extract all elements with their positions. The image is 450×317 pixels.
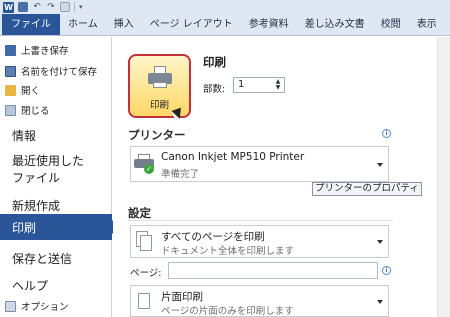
printer-status: 準備完了 xyxy=(161,169,200,180)
print-range-desc: ドキュメント全体を印刷します xyxy=(161,246,295,257)
tab-mailings[interactable]: 差し込み文書 xyxy=(297,14,373,35)
nav-save-as-label: 名前を付けて保存 xyxy=(21,67,98,78)
customize-toolbar-icon[interactable]: ▾ xyxy=(79,3,83,11)
printer-section-title: プリンター xyxy=(128,128,186,142)
info-icon[interactable]: i xyxy=(382,266,391,275)
settings-section-title: 設定 xyxy=(128,206,151,220)
nav-options-label: オプション xyxy=(21,302,69,313)
divider xyxy=(128,220,393,221)
title-bar: W ↶ ↷ ▾ xyxy=(0,0,450,14)
info-icon[interactable]: i xyxy=(382,129,391,138)
nav-save-label: 上書き保存 xyxy=(21,46,69,57)
tab-insert[interactable]: 挿入 xyxy=(106,14,142,35)
ribbon-tabs: ファイル ホーム 挿入 ページ レイアウト 参考資料 差し込み文書 校閲 表示 xyxy=(0,14,450,36)
pages-icon xyxy=(136,231,154,253)
save-as-icon xyxy=(5,65,16,77)
redo-icon[interactable]: ↷ xyxy=(46,2,56,12)
tab-file[interactable]: ファイル xyxy=(2,14,60,35)
nav-save-send[interactable]: 保存と送信 xyxy=(0,245,112,271)
open-folder-icon xyxy=(5,84,16,96)
printer-name: Canon Inkjet MP510 Printer xyxy=(161,151,305,163)
print-panel: 印刷 印刷 部数: 1 ▲ ▼ プリンター i ✓ Canon Inkjet MP… xyxy=(113,37,450,317)
separator xyxy=(74,2,75,12)
nav-info[interactable]: 情報 xyxy=(0,122,112,148)
dropdown-arrow-icon xyxy=(377,240,383,244)
printer-properties-link[interactable]: プリンターのプロパティ xyxy=(312,182,422,196)
nav-print[interactable]: 印刷 xyxy=(0,214,119,240)
dropdown-arrow-icon xyxy=(377,163,383,167)
nav-recent[interactable]: 最近使用した ファイル xyxy=(0,150,112,190)
dropdown-arrow-icon xyxy=(377,300,383,304)
ready-check-icon: ✓ xyxy=(144,164,154,174)
copies-stepper[interactable]: 1 ▲ ▼ xyxy=(233,77,285,93)
tab-page-layout[interactable]: ページ レイアウト xyxy=(142,14,241,35)
save-icon xyxy=(5,44,16,56)
print-sides-desc: ページの片面のみを印刷します xyxy=(161,306,294,317)
tab-home[interactable]: ホーム xyxy=(60,14,106,35)
save-icon[interactable] xyxy=(18,2,28,12)
pages-label: ページ: xyxy=(130,268,162,279)
nav-close-label: 閉じる xyxy=(21,106,50,117)
single-side-icon xyxy=(136,291,154,313)
nav-help[interactable]: ヘルプ xyxy=(0,272,112,298)
printer-select[interactable]: ✓ Canon Inkjet MP510 Printer 準備完了 xyxy=(130,146,389,182)
copies-value: 1 xyxy=(238,79,245,90)
nav-save[interactable]: 上書き保存 xyxy=(0,41,112,59)
print-range-title: すべてのページを印刷 xyxy=(161,231,265,243)
quick-print-icon[interactable] xyxy=(60,2,70,12)
spin-arrows-icon[interactable]: ▲ ▼ xyxy=(273,79,283,91)
print-range-select[interactable]: すべてのページを印刷 ドキュメント全体を印刷します xyxy=(130,225,389,258)
printer-icon xyxy=(148,66,172,88)
backstage-nav: 上書き保存 名前を付けて保存 開く 閉じる 情報 最近使用した ファイル 新規作… xyxy=(0,37,119,317)
options-icon xyxy=(5,300,16,312)
panel-scrollbar[interactable] xyxy=(437,37,450,317)
nav-open-label: 開く xyxy=(21,86,41,97)
printer-icon: ✓ xyxy=(134,154,156,174)
copies-label: 部数: xyxy=(203,84,226,95)
nav-options[interactable]: オプション xyxy=(0,297,112,315)
print-title: 印刷 xyxy=(203,55,226,69)
tab-review[interactable]: 校閲 xyxy=(373,14,409,35)
pages-input[interactable] xyxy=(168,262,378,279)
nav-close[interactable]: 閉じる xyxy=(0,101,112,119)
tab-references[interactable]: 参考資料 xyxy=(241,14,297,35)
undo-icon[interactable]: ↶ xyxy=(32,2,42,12)
nav-open[interactable]: 開く xyxy=(0,81,112,99)
print-sides-title: 片面印刷 xyxy=(161,291,203,303)
quick-access-toolbar: W ↶ ↷ ▾ xyxy=(3,1,83,13)
print-sides-select[interactable]: 片面印刷 ページの片面のみを印刷します xyxy=(130,285,389,317)
word-logo-icon[interactable]: W xyxy=(3,1,14,13)
tab-view[interactable]: 表示 xyxy=(409,14,445,35)
nav-save-as[interactable]: 名前を付けて保存 xyxy=(0,62,112,80)
close-document-icon xyxy=(5,104,16,116)
